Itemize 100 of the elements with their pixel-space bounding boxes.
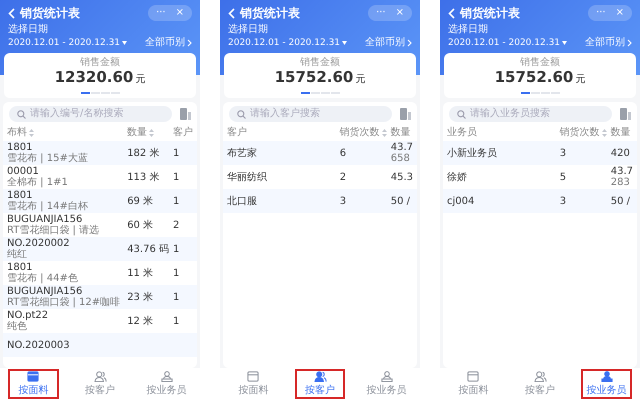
table-cell-text: 北口服 [227, 196, 258, 206]
table-cell-text: 113 米 [127, 172, 160, 182]
table-cell-text: 23 米 [127, 292, 154, 302]
table-cell: 43.76 码 [127, 244, 169, 254]
table-cell-text: 1 [173, 316, 180, 326]
table-cell: 45.3 [390, 172, 413, 182]
back-icon[interactable] [228, 8, 235, 18]
sort-icon [29, 129, 34, 137]
document-icon[interactable] [620, 108, 631, 120]
more-button[interactable]: ··· [596, 7, 606, 19]
search-field[interactable]: 请输入业务员搜索 [449, 106, 612, 122]
page-title: 销货统计表 [240, 7, 301, 19]
back-icon[interactable] [448, 8, 455, 18]
box-icon [466, 371, 480, 382]
date-range-picker[interactable]: 2020.12.01 - 2020.12.31 [448, 37, 568, 49]
table-cell-text: RT雪花细口袋 | 12#咖啡 [7, 297, 122, 308]
table-cell-text: 2 [340, 172, 348, 182]
bottom-tab[interactable]: 按业务员 [581, 369, 632, 399]
table-cell-text: 50 / [610, 196, 632, 206]
table-cell-text: 3 [560, 196, 568, 206]
back-icon[interactable] [8, 8, 15, 18]
table-cell-text: 182 米 [127, 148, 160, 158]
table-cell-text: NO.2020002 [7, 238, 71, 249]
table-cell-text: 雪花布 | 14#白杯 [7, 201, 89, 212]
table-cell-text: 50 / [390, 196, 412, 206]
table-cell-text: 1801 [7, 142, 34, 153]
column-header: 业务员 [447, 127, 477, 139]
date-range-picker[interactable]: 2020.12.01 - 2020.12.31 [8, 37, 128, 49]
bottom-tab[interactable]: 按客户 [514, 369, 566, 399]
box-icon [26, 371, 40, 382]
table-cell-text: 布艺家 [227, 148, 258, 158]
table-cell-text: 1 [173, 292, 180, 302]
column-header[interactable]: 销货次数 [340, 127, 380, 139]
table-cell-text: 1 [173, 244, 180, 254]
bottom-tab[interactable]: 按业务员 [141, 369, 192, 399]
table-cell-text: 3 [560, 148, 568, 158]
table-cell-text: 69 米 [127, 196, 154, 206]
bottom-tab[interactable]: 按面料 [228, 369, 279, 399]
currency-filter[interactable]: 全部币别 [585, 37, 632, 49]
currency-unit: 元 [135, 74, 146, 86]
document-icon[interactable] [400, 108, 411, 120]
chevron-icon [407, 39, 412, 47]
date-label: 选择日期 [8, 24, 49, 36]
column-header: 数量 [610, 127, 631, 139]
table-cell-text: 雪花布 | 15#大蓝 [7, 153, 89, 164]
summary-amount: 12320.60 [54, 71, 134, 83]
summary-label: 销售金额 [520, 57, 560, 69]
column-header[interactable]: 布料 [7, 127, 27, 139]
close-button[interactable]: × [396, 7, 404, 19]
table-cell: 43.7 [610, 166, 633, 177]
sort-icon [382, 129, 387, 137]
table-cell-text: 雪花布 | 44#色 [7, 273, 79, 284]
table-cell-text: 1 [173, 148, 180, 158]
person-group-icon [160, 371, 174, 382]
bottom-tab[interactable]: 按客户 [294, 369, 346, 399]
caret-icon [122, 41, 128, 45]
date-label: 选择日期 [228, 24, 269, 36]
currency-unit: 元 [355, 74, 366, 86]
search-icon [457, 110, 466, 118]
bottom-tab[interactable]: 按面料 [8, 369, 59, 399]
table-cell-text: 658 [390, 153, 411, 164]
more-button[interactable]: ··· [376, 7, 386, 19]
sort-icon [149, 129, 154, 137]
table-cell-text: 1 [173, 196, 180, 206]
table-cell-text: 60 米 [127, 220, 154, 230]
column-header: 客户 [227, 127, 247, 139]
table-cell-text: 12 米 [127, 316, 154, 326]
table-cell-text: 1801 [7, 262, 34, 273]
box-icon [246, 371, 260, 382]
table-cell-text: BUGUANJIA156 [7, 286, 84, 297]
table-cell-text: 1 [173, 172, 180, 182]
bottom-tab[interactable]: 按业务员 [361, 369, 412, 399]
table-cell-text: 2 [173, 220, 180, 230]
document-icon[interactable] [180, 108, 191, 120]
caret-icon [342, 41, 348, 45]
table-cell-text: 小新业务员 [447, 148, 498, 158]
page-title: 销货统计表 [20, 7, 81, 19]
table-cell-text: cj004 [447, 196, 476, 206]
close-button[interactable]: × [176, 7, 184, 19]
currency-filter[interactable]: 全部币别 [365, 37, 412, 49]
chevron-icon [627, 39, 632, 47]
more-button[interactable]: ··· [156, 7, 166, 19]
date-range-picker[interactable]: 2020.12.01 - 2020.12.31 [228, 37, 348, 49]
currency-filter[interactable]: 全部币别 [145, 37, 192, 49]
column-header[interactable]: 销货次数 [560, 127, 600, 139]
summary-amount: 15752.60 [494, 71, 574, 83]
column-header[interactable]: 数量 [127, 127, 148, 139]
table-cell-text: 5 [560, 172, 568, 182]
bottom-tab[interactable]: 按面料 [448, 369, 499, 399]
table-cell-text: 1801 [7, 190, 34, 201]
table-cell-text: 1 [173, 268, 180, 278]
date-label: 选择日期 [448, 24, 489, 36]
close-button[interactable]: × [616, 7, 624, 19]
people-icon [532, 371, 548, 382]
table-cell-text: 00001 [7, 166, 40, 177]
search-field[interactable]: 请输入编号/名称搜索 [9, 106, 172, 122]
table-cell-text: 3 [340, 196, 348, 206]
search-field[interactable]: 请输入客户搜索 [229, 106, 392, 122]
table-cell-text: RT雪花细口袋 | 请选 [7, 225, 100, 236]
bottom-tab[interactable]: 按客户 [74, 369, 126, 399]
